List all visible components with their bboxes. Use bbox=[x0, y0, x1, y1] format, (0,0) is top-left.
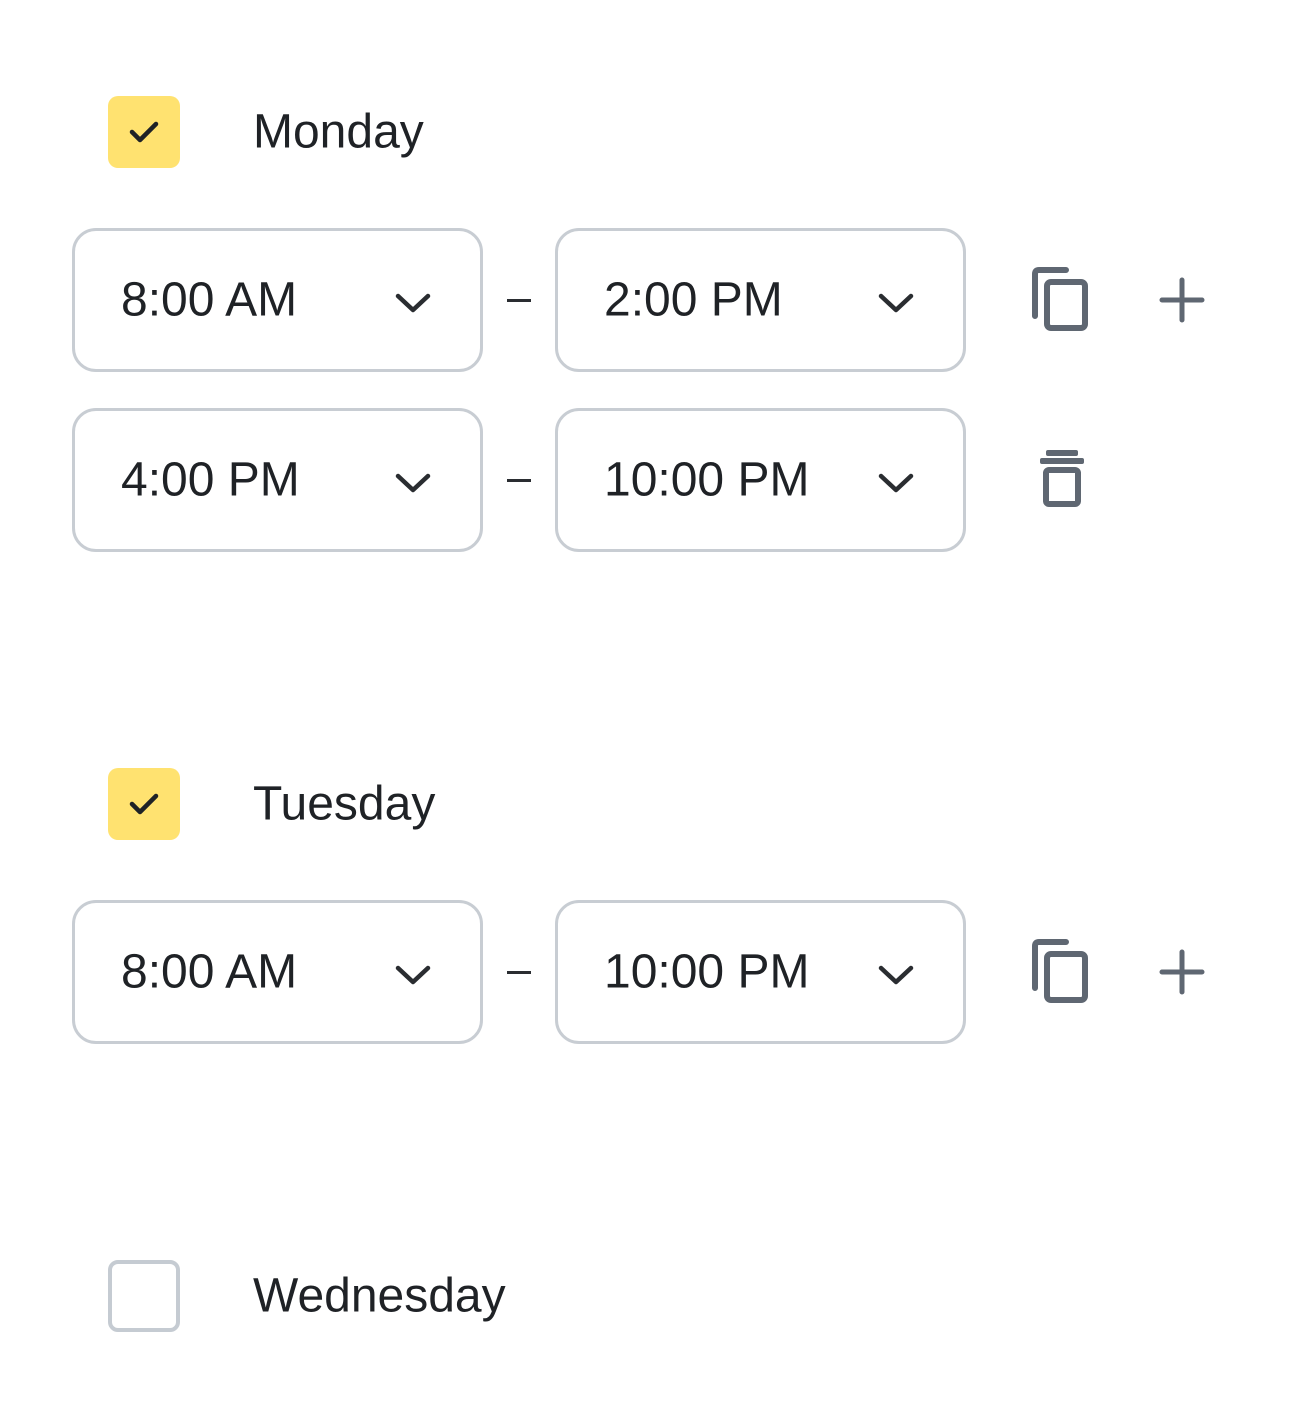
monday-checkbox[interactable] bbox=[108, 96, 180, 168]
copy-times-button[interactable] bbox=[1026, 936, 1098, 1008]
copy-times-button[interactable] bbox=[1026, 264, 1098, 336]
chevron-down-icon bbox=[395, 965, 431, 985]
day-header-tuesday: Tuesday bbox=[108, 768, 435, 840]
day-label: Tuesday bbox=[253, 777, 436, 831]
chevron-down-icon bbox=[395, 293, 431, 313]
add-time-slot-button[interactable] bbox=[1146, 936, 1218, 1008]
end-time-select[interactable]: 10:00 PM bbox=[555, 900, 966, 1044]
start-time-select[interactable]: 8:00 AM bbox=[72, 228, 483, 372]
chevron-down-icon bbox=[395, 473, 431, 493]
trash-icon bbox=[1040, 450, 1084, 507]
range-separator bbox=[507, 299, 531, 302]
tuesday-checkbox[interactable] bbox=[108, 768, 180, 840]
add-time-slot-button[interactable] bbox=[1146, 264, 1218, 336]
day-label: Monday bbox=[253, 105, 424, 159]
start-time-value: 8:00 AM bbox=[121, 273, 298, 327]
checkmark-icon bbox=[129, 793, 159, 815]
start-time-value: 4:00 PM bbox=[121, 453, 300, 507]
end-time-select[interactable]: 2:00 PM bbox=[555, 228, 966, 372]
end-time-value: 10:00 PM bbox=[604, 453, 810, 507]
day-header-monday: Monday bbox=[108, 96, 424, 168]
chevron-down-icon bbox=[878, 965, 914, 985]
start-time-select[interactable]: 4:00 PM bbox=[72, 408, 483, 552]
plus-icon bbox=[1159, 949, 1205, 995]
start-time-value: 8:00 AM bbox=[121, 945, 298, 999]
chevron-down-icon bbox=[878, 473, 914, 493]
checkmark-icon bbox=[129, 121, 159, 143]
range-separator bbox=[507, 971, 531, 974]
end-time-value: 10:00 PM bbox=[604, 945, 810, 999]
plus-icon bbox=[1159, 277, 1205, 323]
end-time-select[interactable]: 10:00 PM bbox=[555, 408, 966, 552]
day-header-wednesday: Wednesday bbox=[108, 1260, 506, 1332]
chevron-down-icon bbox=[878, 293, 914, 313]
start-time-select[interactable]: 8:00 AM bbox=[72, 900, 483, 1044]
range-separator bbox=[507, 479, 531, 482]
wednesday-checkbox[interactable] bbox=[108, 1260, 180, 1332]
day-label: Wednesday bbox=[253, 1269, 506, 1323]
delete-time-slot-button[interactable] bbox=[1026, 444, 1098, 516]
copy-icon bbox=[1032, 939, 1088, 1003]
copy-icon bbox=[1032, 267, 1088, 331]
end-time-value: 2:00 PM bbox=[604, 273, 783, 327]
